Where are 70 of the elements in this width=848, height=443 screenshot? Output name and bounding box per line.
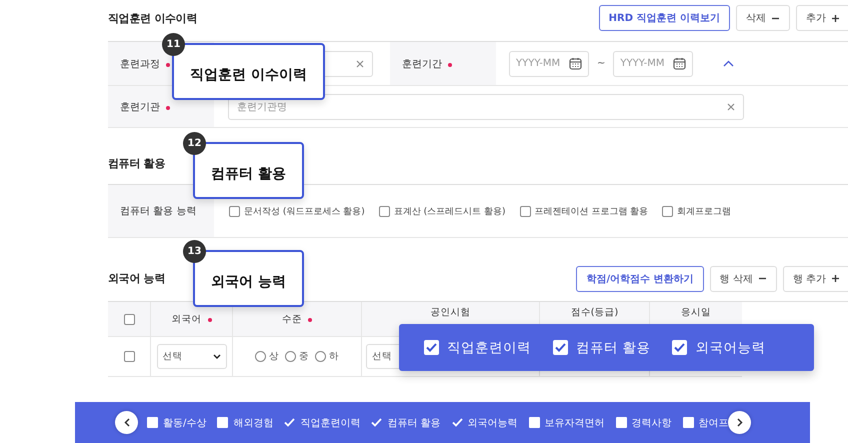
chevron-right-icon (736, 418, 742, 427)
column-header: 외국어 (172, 312, 202, 326)
checkbox-label: 활동/수상 (163, 416, 206, 430)
checkbox-label: 보유자격면허 (544, 416, 605, 430)
radio-label: 하 (329, 350, 339, 363)
plus-icon (831, 14, 840, 22)
previous-button[interactable] (115, 411, 138, 434)
caret-icon (212, 354, 220, 359)
checkbox-label: 참여프 (698, 416, 729, 430)
chevron-left-icon (124, 418, 130, 427)
radio-label: 중 (299, 350, 309, 363)
option-label: 표계산 (스프레드시트 활용) (394, 206, 506, 218)
option-label: 프레젠테이션 프로그램 활용 (534, 206, 648, 218)
checkbox[interactable] (672, 340, 688, 355)
select-all-checkbox[interactable] (124, 314, 134, 324)
step-badge: 12 (183, 132, 206, 155)
column-header: 응시일 (681, 306, 711, 319)
checkbox[interactable] (424, 340, 439, 355)
clear-icon[interactable] (727, 102, 735, 110)
range-separator: ~ (597, 58, 606, 69)
checkbox[interactable] (229, 206, 240, 216)
action-button[interactable]: 학점/어학점수 변환하기 (576, 266, 704, 292)
plus-icon (831, 274, 840, 283)
checkbox-label: 경력사항 (632, 416, 672, 430)
section-title: 컴퓨터 활용 (108, 156, 166, 170)
radio-button[interactable] (285, 351, 296, 362)
checkbox-label: 컴퓨터 활용 (387, 416, 441, 430)
checkbox[interactable] (147, 417, 158, 428)
add-button[interactable]: 추가 (796, 5, 848, 31)
checkbox-label: 외국어능력 (468, 416, 518, 430)
checkbox-label: 컴퓨터 활용 (576, 338, 650, 356)
checkbox-label: 직업훈련이력 (300, 416, 360, 430)
step-badge: 13 (183, 240, 206, 263)
field-label: 훈련과정 (120, 58, 160, 70)
checkbox[interactable] (378, 206, 390, 216)
calendar-icon[interactable] (673, 57, 686, 70)
step-badge: 11 (162, 33, 185, 56)
column-header: 점수(등급) (570, 306, 618, 319)
remove-button[interactable]: 행 삭제 (710, 266, 777, 292)
clear-icon[interactable] (356, 60, 364, 68)
checkbox[interactable] (528, 417, 540, 428)
action-button[interactable]: HRD 직업훈련 이력보기 (598, 5, 730, 31)
checkbox-label: 직업훈련이력 (447, 338, 531, 356)
section-title: 직업훈련 이수이력 (108, 10, 198, 26)
radio-label: 상 (269, 350, 279, 363)
remove-button[interactable]: 삭제 (736, 5, 790, 31)
option-label: 회계프로그램 (677, 206, 732, 218)
calendar-icon[interactable] (569, 57, 582, 70)
checkbox[interactable] (217, 417, 228, 428)
field-label: 훈련기관 (120, 100, 160, 114)
next-button[interactable] (728, 411, 751, 434)
row-checkbox[interactable] (124, 351, 134, 362)
checkbox-label: 외국어능력 (695, 338, 766, 356)
radio-button[interactable] (315, 351, 326, 362)
language-select[interactable]: 선택 (156, 344, 226, 369)
add-button[interactable]: 행 추가 (782, 266, 848, 292)
column-header: 수준 (282, 312, 302, 326)
column-header: 공인시험 (430, 306, 470, 319)
checkbox-label: 해외경험 (233, 416, 274, 430)
checkbox[interactable] (662, 206, 674, 216)
checkbox[interactable] (616, 417, 627, 428)
section-title: 외국어 능력 (108, 271, 166, 286)
checkbox[interactable] (553, 340, 568, 355)
field-label: 훈련기간 (402, 58, 442, 70)
collapse-icon[interactable] (723, 60, 734, 67)
radio-button[interactable] (255, 351, 266, 362)
option-label: 문서작성 (워드프로세스 활용) (244, 206, 365, 218)
checkbox[interactable] (682, 417, 694, 428)
field-label: 컴퓨터 활용 능력 (120, 205, 196, 218)
checkbox[interactable] (520, 206, 530, 216)
